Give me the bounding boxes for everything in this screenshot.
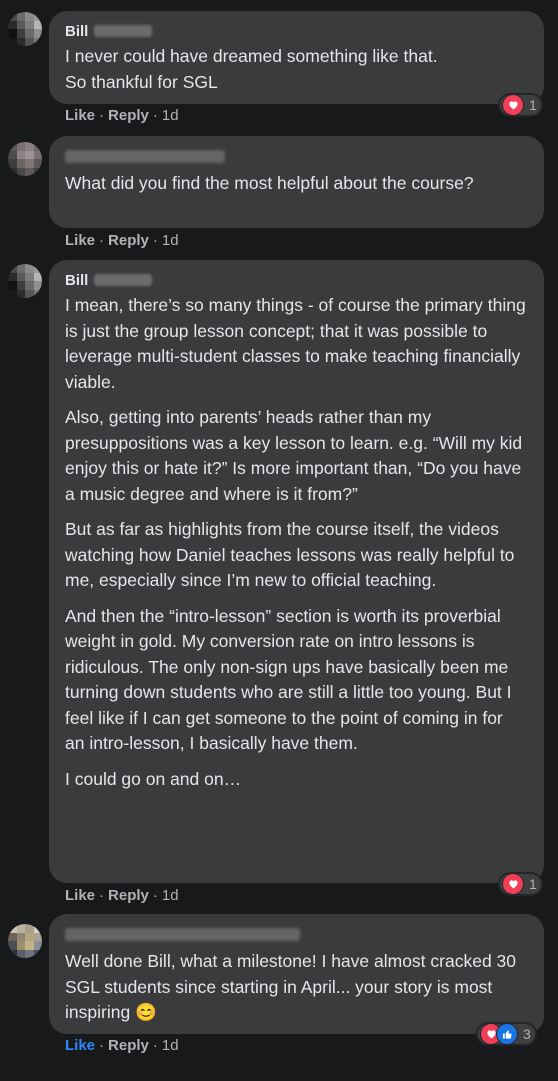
reply-button[interactable]: Reply <box>108 107 149 124</box>
comment-text: I mean, there’s so many things - of cour… <box>65 293 527 792</box>
reaction-count: 1 <box>529 876 537 892</box>
comment-paragraph: And then the “intro-lesson” section is w… <box>65 605 512 754</box>
comment-text: I never could have dreamed something lik… <box>65 44 528 95</box>
comment-actions: Like · Reply · 1d <box>65 107 179 124</box>
comment-text: Well done Bill, what a milestone! I have… <box>65 949 527 1026</box>
comment-paragraph: I never could have dreamed something lik… <box>65 46 438 92</box>
like-button[interactable]: Like <box>65 887 95 904</box>
comment-text: What did you find the most helpful about… <box>65 171 528 197</box>
redacted-surname <box>94 25 153 37</box>
comment-paragraph: I mean, there’s so many things - of cour… <box>65 295 526 392</box>
comment-actions: Like · Reply · 1d <box>65 232 179 249</box>
reply-button[interactable]: Reply <box>108 1037 149 1054</box>
author[interactable]: Bill <box>65 20 528 42</box>
comment-bubble: Bill I mean, there’s so many things - of… <box>49 260 544 883</box>
love-icon <box>502 94 524 116</box>
like-button[interactable]: Like <box>65 107 95 124</box>
love-icon <box>502 873 524 895</box>
like-icon <box>496 1023 518 1045</box>
avatar[interactable] <box>8 924 42 958</box>
comment-actions: Like · Reply · 1d <box>65 887 179 904</box>
timestamp[interactable]: 1d <box>162 232 179 249</box>
comment-paragraph: Well done Bill, what a milestone! I have… <box>65 951 517 1022</box>
author[interactable] <box>65 923 528 945</box>
author-name[interactable]: Bill <box>65 272 88 289</box>
author[interactable]: Bill <box>65 269 528 291</box>
redacted-surname <box>94 274 153 286</box>
comment-paragraph: What did you find the most helpful about… <box>65 173 474 193</box>
comment-paragraph: But as far as highlights from the course… <box>65 519 515 590</box>
author-name[interactable]: Bill <box>65 23 88 40</box>
timestamp[interactable]: 1d <box>162 107 179 124</box>
author[interactable] <box>65 145 528 167</box>
reaction-count: 3 <box>523 1026 531 1042</box>
comment-actions: Like · Reply · 1d <box>65 1037 179 1054</box>
avatar[interactable] <box>8 264 42 298</box>
comment-bubble: Well done Bill, what a milestone! I have… <box>49 914 544 1034</box>
comment-paragraph: I could go on and on… <box>65 768 242 789</box>
timestamp[interactable]: 1d <box>162 1037 179 1054</box>
reactions-summary[interactable]: 3 <box>476 1022 537 1046</box>
reaction-count: 1 <box>529 97 537 113</box>
comment-paragraph: Also, getting into parents’ heads rather… <box>65 407 523 504</box>
comment-bubble: Bill I never could have dreamed somethin… <box>49 11 544 104</box>
reply-button[interactable]: Reply <box>108 887 149 904</box>
redacted-author-name <box>65 149 225 163</box>
reactions-summary[interactable]: 1 <box>498 872 543 896</box>
avatar[interactable] <box>8 12 42 46</box>
like-button[interactable]: Like <box>65 1037 95 1054</box>
avatar[interactable] <box>8 142 42 176</box>
comment-bubble: What did you find the most helpful about… <box>49 136 544 228</box>
like-button[interactable]: Like <box>65 232 95 249</box>
reply-button[interactable]: Reply <box>108 232 149 249</box>
reactions-summary[interactable]: 1 <box>498 93 543 117</box>
redacted-author-name <box>65 927 300 941</box>
timestamp[interactable]: 1d <box>162 887 179 904</box>
